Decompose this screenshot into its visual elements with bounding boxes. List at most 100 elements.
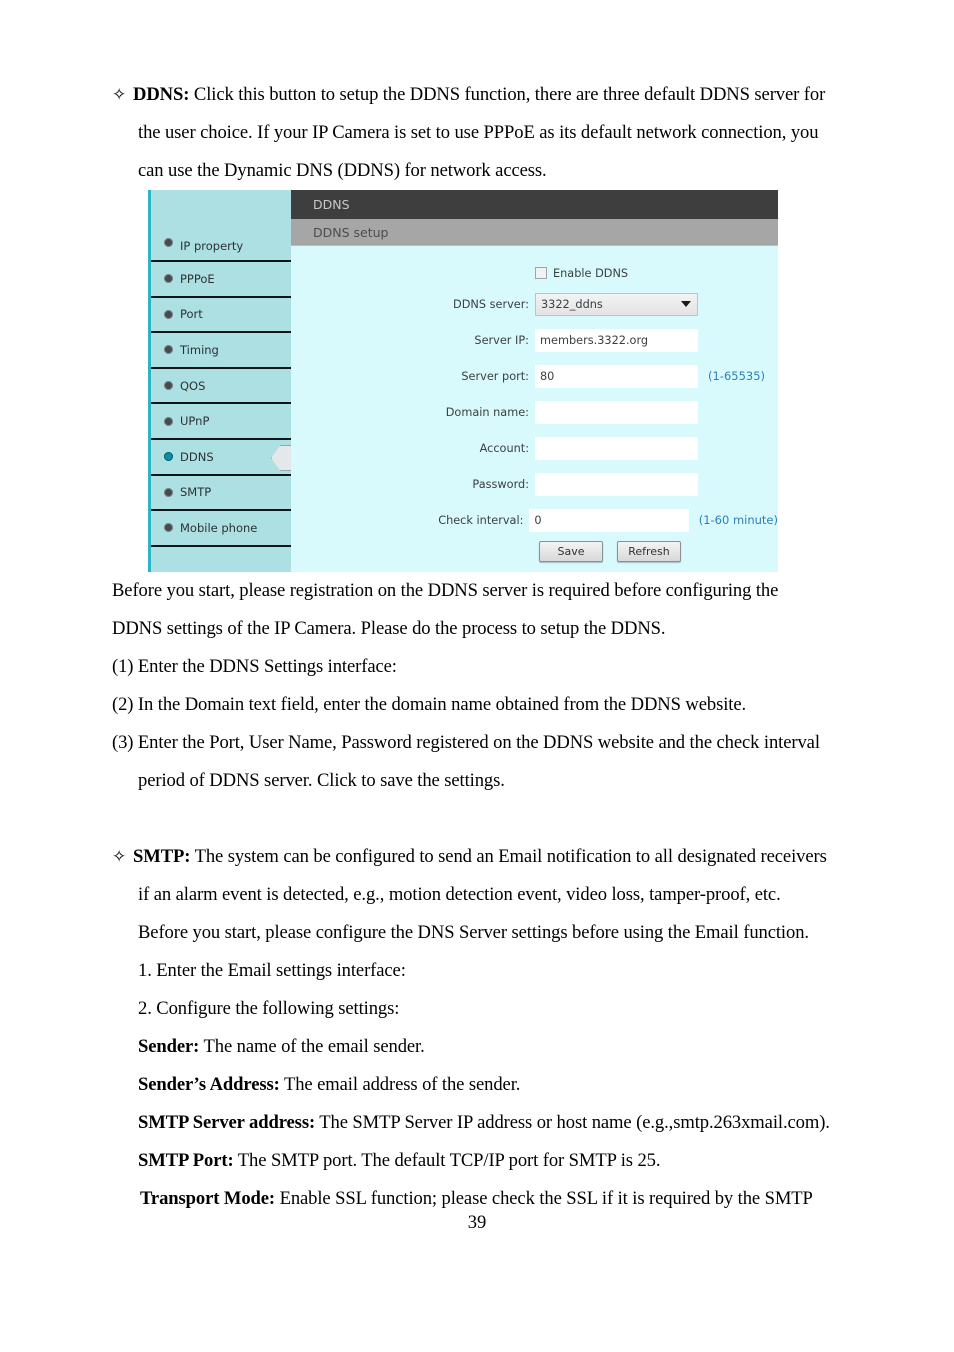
ddns-after-line-3: (1) Enter the DDNS Settings interface: (112, 656, 397, 677)
ddns-after-line-1: Before you start, please registration on… (112, 580, 779, 601)
settings-sidebar: IP property PPPoE Port Timing QOS UPnP D… (151, 190, 303, 572)
smtp-heading-line: ✧ SMTP: The system can be configured to s… (112, 838, 912, 876)
server-port-input[interactable]: 80 (535, 364, 698, 388)
smtp-def-server-address: SMTP Server address: The SMTP Server IP … (112, 1104, 912, 1142)
domain-name-label: Domain name: (445, 405, 529, 419)
diamond-bullet-icon: ✧ (112, 85, 127, 105)
check-interval-value: 0 (534, 513, 542, 527)
smtp-section: ✧ SMTP: The system can be configured to s… (112, 838, 912, 1218)
ddns-server-label: DDNS server: (453, 297, 529, 311)
ddns-server-value: 3322_ddns (541, 297, 603, 311)
sidebar-item-label: IP property (180, 239, 244, 253)
panel-title-bar: DDNS (291, 190, 778, 219)
smtp-line-5: 2. Configure the following settings: (138, 998, 400, 1019)
bullet-icon (164, 452, 173, 462)
sidebar-item-label: SMTP (180, 485, 212, 500)
save-button[interactable]: Save (539, 541, 603, 562)
password-label: Password: (472, 477, 529, 491)
password-row: Password: (291, 466, 778, 502)
panel-sub-bar: DDNS setup (291, 219, 778, 246)
sidebar-item-port[interactable]: Port (151, 297, 291, 334)
ddns-after-line-5: (3) Enter the Port, User Name, Password … (112, 732, 820, 753)
ddns-line-1: Click this button to setup the DDNS func… (193, 84, 826, 105)
settings-content-panel: DDNS DDNS setup Enable DDNS DDNS server:… (291, 190, 778, 572)
sidebar-item-upnp[interactable]: UPnP (151, 404, 291, 440)
smtp-line-3: Before you start, please configure the D… (138, 922, 809, 943)
smtp-def-term: SMTP Port: (138, 1150, 234, 1171)
panel-subtitle: DDNS setup (313, 224, 389, 240)
bullet-icon (164, 309, 173, 319)
server-port-hint: (1-65535) (708, 369, 766, 383)
panel-title: DDNS (313, 197, 350, 212)
server-ip-input[interactable]: members.3322.org (535, 328, 698, 352)
enable-ddns-row: Enable DDNS (291, 258, 778, 286)
check-interval-hint: (1-60 minute) (698, 513, 778, 527)
check-interval-input[interactable]: 0 (529, 508, 689, 532)
sidebar-item-qos[interactable]: QOS (151, 368, 291, 405)
bullet-icon (164, 381, 173, 391)
smtp-line-4: 1. Enter the Email settings interface: (138, 960, 406, 981)
ddns-server-row: DDNS server: 3322_ddns (291, 286, 778, 322)
ddns-after-line-4: (2) In the Domain text field, enter the … (112, 694, 747, 715)
ddns-settings-screenshot: IP property PPPoE Port Timing QOS UPnP D… (148, 190, 778, 572)
smtp-def-term: Transport Mode: (140, 1188, 276, 1209)
sidebar-item-ddns[interactable]: DDNS (151, 439, 303, 476)
smtp-def-desc: The SMTP port. The default TCP/IP port f… (233, 1150, 661, 1171)
domain-name-row: Domain name: (291, 394, 778, 430)
account-row: Account: (291, 430, 778, 466)
check-interval-row: Check interval: 0 (1-60 minute) (291, 502, 778, 538)
form-button-row: Save Refresh (291, 538, 778, 562)
smtp-def-term: SMTP Server address: (138, 1112, 316, 1133)
smtp-def-term: Sender: (138, 1036, 200, 1057)
sidebar-item-label: UPnP (180, 414, 210, 429)
account-input[interactable] (535, 436, 698, 460)
sidebar-item-label: Port (180, 307, 203, 322)
smtp-def-desc: Enable SSL function; please check the SS… (275, 1188, 813, 1209)
sidebar-item-mobile-phone[interactable]: Mobile phone (151, 511, 291, 547)
refresh-button[interactable]: Refresh (617, 541, 681, 562)
ddns-line-2-wrap: the user choice. If your IP Camera is se… (112, 114, 902, 152)
server-port-label: Server port: (461, 369, 529, 383)
ddns-after-line-2: DDNS settings of the IP Camera. Please d… (112, 618, 666, 639)
server-ip-label: Server IP: (474, 333, 529, 347)
server-port-row: Server port: 80 (1-65535) (291, 358, 778, 394)
smtp-def-term: Sender’s Address: (138, 1074, 280, 1095)
smtp-def-sender: Sender: The name of the email sender. (112, 1028, 912, 1066)
chevron-down-icon (681, 301, 691, 307)
smtp-line-2: if an alarm event is detected, e.g., mot… (138, 884, 781, 905)
ddns-term: DDNS: (133, 84, 190, 105)
bullet-icon (164, 274, 173, 284)
bullet-icon (164, 523, 173, 533)
sidebar-item-timing[interactable]: Timing (151, 333, 291, 369)
enable-ddns-checkbox[interactable] (535, 267, 547, 279)
bullet-icon (164, 416, 173, 426)
sidebar-item-pppoe[interactable]: PPPoE (151, 262, 291, 298)
sidebar-tail (151, 546, 291, 571)
sidebar-item-label: PPPoE (180, 271, 215, 286)
ddns-line-2: the user choice. If your IP Camera is se… (138, 122, 819, 143)
document-page: ✧ DDNS: Click this button to setup the DD… (0, 0, 954, 1352)
sidebar-item-smtp[interactable]: SMTP (151, 475, 291, 512)
smtp-def-sender-address: Sender’s Address: The email address of t… (112, 1066, 912, 1104)
sidebar-item-label: QOS (180, 378, 206, 393)
check-interval-label: Check interval: (438, 513, 524, 527)
smtp-def-desc: The SMTP Server IP address or host name … (315, 1112, 830, 1133)
enable-ddns-label: Enable DDNS (553, 266, 629, 280)
sidebar-item-label: Mobile phone (180, 520, 258, 535)
server-ip-row: Server IP: members.3322.org (291, 322, 778, 358)
smtp-def-desc: The email address of the sender. (279, 1074, 521, 1095)
bullet-icon (164, 487, 173, 497)
ddns-form: Enable DDNS DDNS server: 3322_ddns Serve… (291, 246, 778, 562)
ddns-server-select[interactable]: 3322_ddns (535, 292, 698, 316)
domain-name-input[interactable] (535, 400, 698, 424)
smtp-def-port: SMTP Port: The SMTP port. The default TC… (112, 1142, 912, 1180)
ddns-section-intro: ✧ DDNS: Click this button to setup the DD… (112, 76, 902, 190)
sidebar-item-ip-property[interactable]: IP property (151, 190, 291, 262)
password-input[interactable] (535, 472, 698, 496)
ddns-line-3: can use the Dynamic DNS (DDNS) for netwo… (138, 160, 547, 181)
smtp-def-desc: The name of the email sender. (199, 1036, 425, 1057)
sidebar-item-label: Timing (180, 342, 219, 357)
page-number: 39 (467, 1212, 487, 1233)
sidebar-item-label: DDNS (180, 449, 214, 464)
smtp-term: SMTP: (133, 846, 191, 867)
